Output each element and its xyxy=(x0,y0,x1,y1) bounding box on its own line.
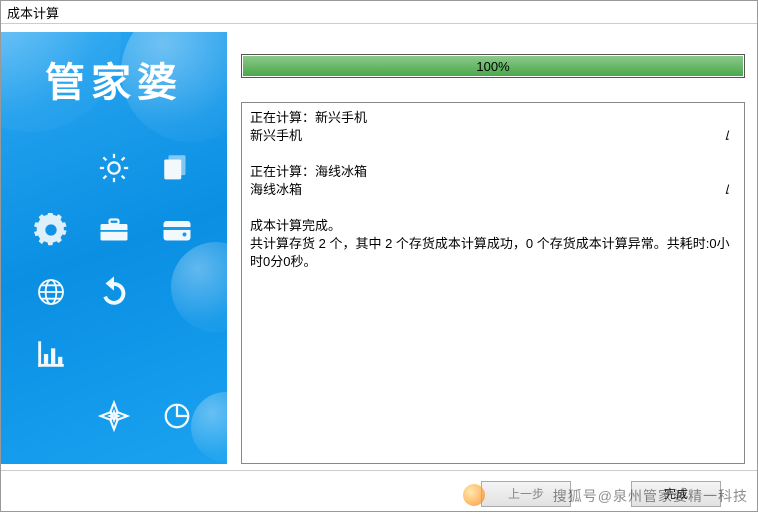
log-line: 成本计算完成。 xyxy=(250,217,736,235)
wallet-icon xyxy=(159,212,195,251)
log-text: 成本计算完成。 xyxy=(250,217,341,235)
log-line: 海线冰箱 ./ xyxy=(250,181,736,199)
documents-icon xyxy=(160,151,194,188)
sun-icon xyxy=(97,151,131,188)
previous-button[interactable]: 上一步 xyxy=(481,481,571,507)
progress-bar: 100% xyxy=(241,54,745,78)
pie-chart-icon xyxy=(162,401,192,434)
check-mark-icon: ./ xyxy=(726,181,736,199)
sidebar-icon-grid xyxy=(19,140,209,446)
log-text: 正在计算：海线冰箱 xyxy=(250,163,367,181)
calculation-log[interactable]: 正在计算：新兴手机新兴手机 ./ 正在计算：海线冰箱海线冰箱 ./ 成本计算完成。共… xyxy=(241,102,745,464)
sidebar-banner: 管家婆 xyxy=(1,32,227,464)
undo-arrow-icon xyxy=(97,275,131,312)
log-line: 正在计算：海线冰箱 xyxy=(250,163,736,181)
log-line: 正在计算：新兴手机 xyxy=(250,109,736,127)
briefcase-icon xyxy=(96,212,132,251)
cost-calculation-window: 成本计算 管家婆 xyxy=(0,0,758,512)
log-line xyxy=(250,145,736,163)
log-text xyxy=(250,199,254,217)
log-line: 共计算存货 2 个，其中 2 个存货成本计算成功，0 个存货成本计算异常。共耗时… xyxy=(250,235,736,271)
brand-logo-text: 管家婆 xyxy=(1,50,227,108)
footer-bar: 上一步 完成 xyxy=(1,470,757,516)
window-body: 管家婆 xyxy=(1,24,757,516)
gear-icon xyxy=(34,213,68,250)
log-text: 新兴手机 xyxy=(250,127,302,145)
log-line: 新兴手机 ./ xyxy=(250,127,736,145)
log-text: 共计算存货 2 个，其中 2 个存货成本计算成功，0 个存货成本计算异常。共耗时… xyxy=(250,235,736,271)
log-text: 海线冰箱 xyxy=(250,181,302,199)
main-area: 管家婆 xyxy=(1,24,757,470)
content-panel: 100% 正在计算：新兴手机新兴手机 ./ 正在计算：海线冰箱海线冰箱 ./ 成本计… xyxy=(241,32,747,464)
log-text xyxy=(250,145,254,163)
check-mark-icon: ./ xyxy=(726,127,736,145)
window-title: 成本计算 xyxy=(1,1,757,23)
star-icon xyxy=(98,400,130,435)
globe-icon xyxy=(35,276,67,311)
log-text: 正在计算：新兴手机 xyxy=(250,109,367,127)
bar-chart-icon xyxy=(34,337,68,374)
log-line xyxy=(250,199,736,217)
finish-button[interactable]: 完成 xyxy=(631,481,721,507)
progress-text: 100% xyxy=(242,55,744,77)
